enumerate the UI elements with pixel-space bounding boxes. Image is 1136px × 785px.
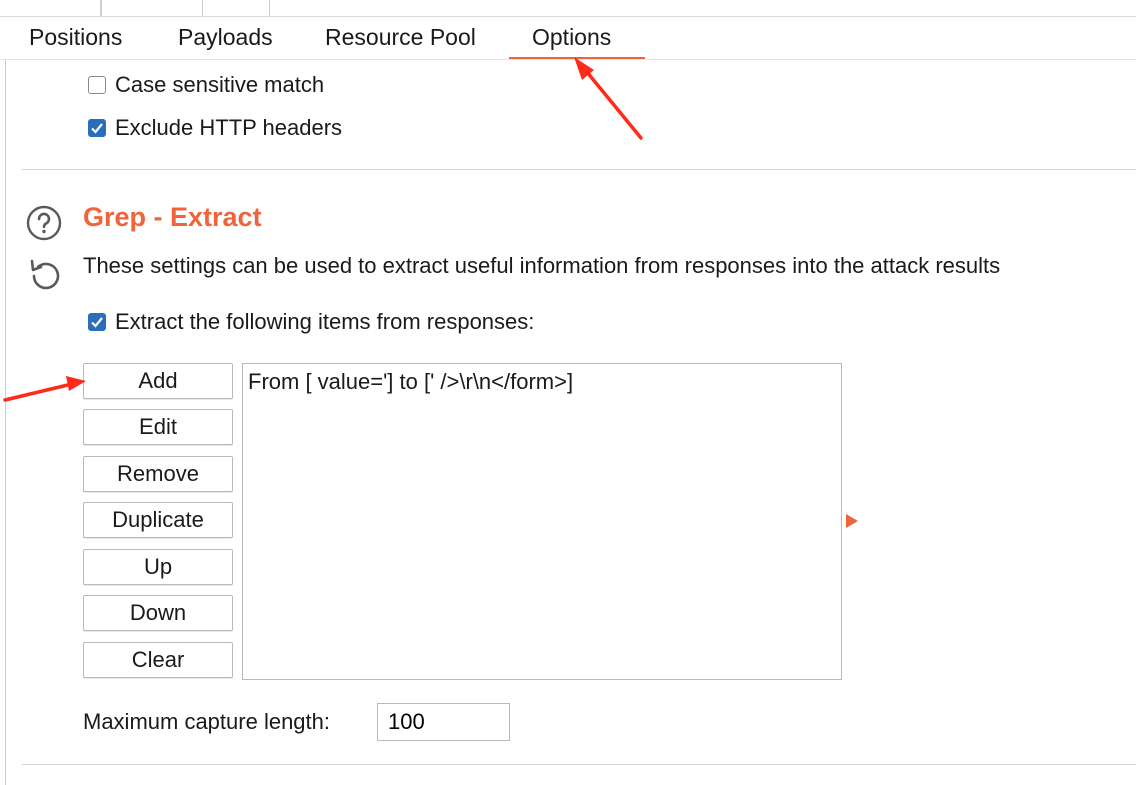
up-button[interactable]: Up: [83, 549, 233, 585]
check-icon: [91, 123, 103, 134]
panel-border: [5, 60, 6, 785]
top-tab-strip: 13 ... ...: [0, 0, 1136, 17]
tab-options[interactable]: Options: [532, 24, 611, 51]
extract-items-option[interactable]: Extract the following items from respons…: [88, 309, 534, 335]
list-item[interactable]: From [ value='] to [' />\r\n</form>]: [248, 369, 573, 395]
add-button[interactable]: Add: [83, 363, 233, 399]
tab-positions[interactable]: Positions: [29, 24, 122, 51]
top-tab[interactable]: ...: [101, 0, 203, 17]
max-capture-input[interactable]: [377, 703, 510, 741]
edit-button[interactable]: Edit: [83, 409, 233, 445]
expand-arrow-icon[interactable]: [846, 514, 858, 528]
down-button[interactable]: Down: [83, 595, 233, 631]
case-sensitive-option[interactable]: Case sensitive match: [88, 72, 324, 98]
tab-resource-pool[interactable]: Resource Pool: [325, 24, 476, 51]
extract-items-checkbox[interactable]: [88, 313, 106, 331]
sub-tab-bar: Positions Payloads Resource Pool Options: [0, 17, 1136, 59]
section-divider: [22, 764, 1136, 765]
case-sensitive-label: Case sensitive match: [115, 72, 325, 97]
top-tab[interactable]: ...: [202, 0, 270, 17]
reset-icon[interactable]: [26, 257, 64, 295]
help-icon[interactable]: [26, 205, 62, 241]
section-description: These settings can be used to extract us…: [83, 253, 1001, 278]
extract-items-label: Extract the following items from respons…: [115, 309, 535, 334]
top-tab[interactable]: 13: [0, 0, 101, 17]
tab-payloads[interactable]: Payloads: [178, 24, 273, 51]
section-divider: [22, 169, 1136, 170]
exclude-headers-label: Exclude HTTP headers: [115, 115, 343, 140]
max-capture-label: Maximum capture length:: [83, 709, 330, 734]
section-title: Grep - Extract: [83, 202, 262, 232]
exclude-headers-option[interactable]: Exclude HTTP headers: [88, 115, 342, 141]
exclude-headers-checkbox[interactable]: [88, 119, 106, 137]
remove-button[interactable]: Remove: [83, 456, 233, 492]
check-icon: [91, 317, 103, 328]
divider: [0, 59, 1136, 60]
duplicate-button[interactable]: Duplicate: [83, 502, 233, 538]
extract-items-list[interactable]: From [ value='] to [' />\r\n</form>]: [242, 363, 842, 680]
case-sensitive-checkbox[interactable]: [88, 76, 106, 94]
clear-button[interactable]: Clear: [83, 642, 233, 678]
